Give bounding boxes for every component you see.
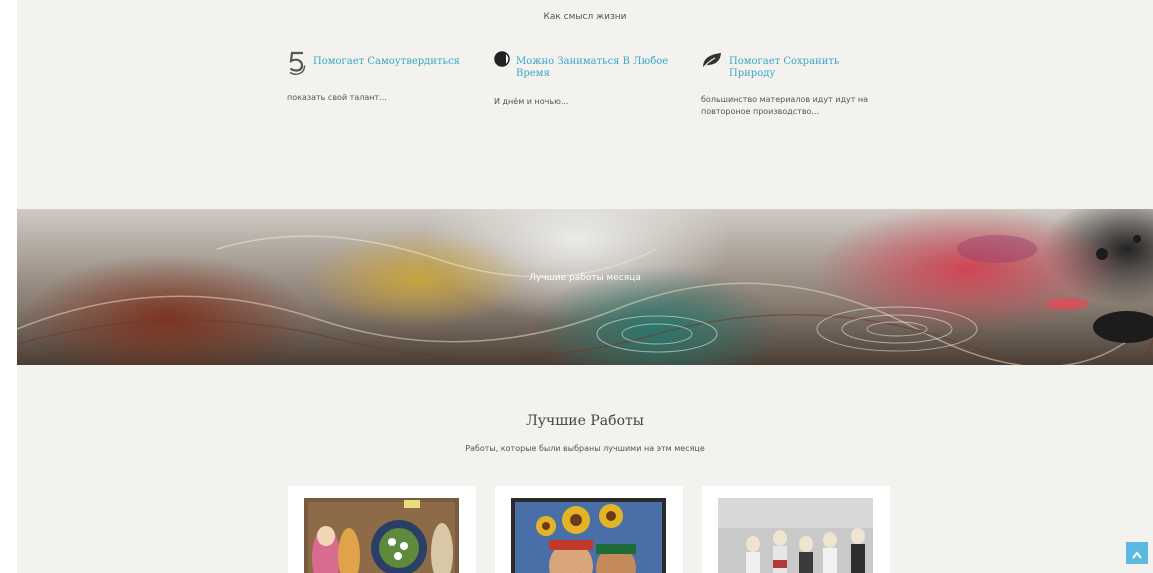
scroll-to-top-button[interactable] (1126, 542, 1148, 564)
feature-description: И днём и ночью... (494, 97, 569, 106)
feature-description: показать свой талант... (287, 93, 387, 102)
work-thumbnail[interactable] (718, 498, 873, 573)
number-five-icon (287, 51, 307, 79)
work-card[interactable] (702, 486, 890, 573)
feature-save-nature: Помогает Сохранить Природу большинство м… (701, 52, 886, 118)
work-card[interactable] (495, 486, 683, 573)
feature-any-time: Можно Заниматься В Любое Время И днём и … (494, 51, 679, 108)
feature-self-affirmation: Помогает Самоутвердиться показать свой т… (287, 51, 472, 104)
chevron-up-icon (1132, 544, 1142, 563)
work-thumbnail[interactable] (304, 498, 459, 573)
monthly-best-banner: Лучшие работы месяца (17, 209, 1153, 365)
best-works-subtitle: Работы, которые были выбраны лучшими на … (465, 444, 705, 453)
tagline: Как смысл жизни (543, 12, 627, 22)
work-card[interactable] (288, 486, 476, 573)
abstract-art-image (17, 235, 1153, 365)
feature-description: большинство материалов идут идут на повт… (701, 95, 869, 116)
banner-text: Лучшие работы месяца (529, 273, 641, 283)
leaf-icon (701, 51, 723, 73)
best-works-title: Лучшие Работы (526, 413, 644, 429)
feature-title[interactable]: Можно Заниматься В Любое Время (516, 52, 679, 80)
work-thumbnail[interactable] (511, 498, 666, 573)
page: Как смысл жизни Помогает Самоутвердиться… (17, 0, 1153, 573)
feature-title[interactable]: Помогает Самоутвердиться (313, 52, 460, 68)
half-circle-icon (494, 51, 510, 71)
feature-title[interactable]: Помогает Сохранить Природу (729, 52, 886, 80)
